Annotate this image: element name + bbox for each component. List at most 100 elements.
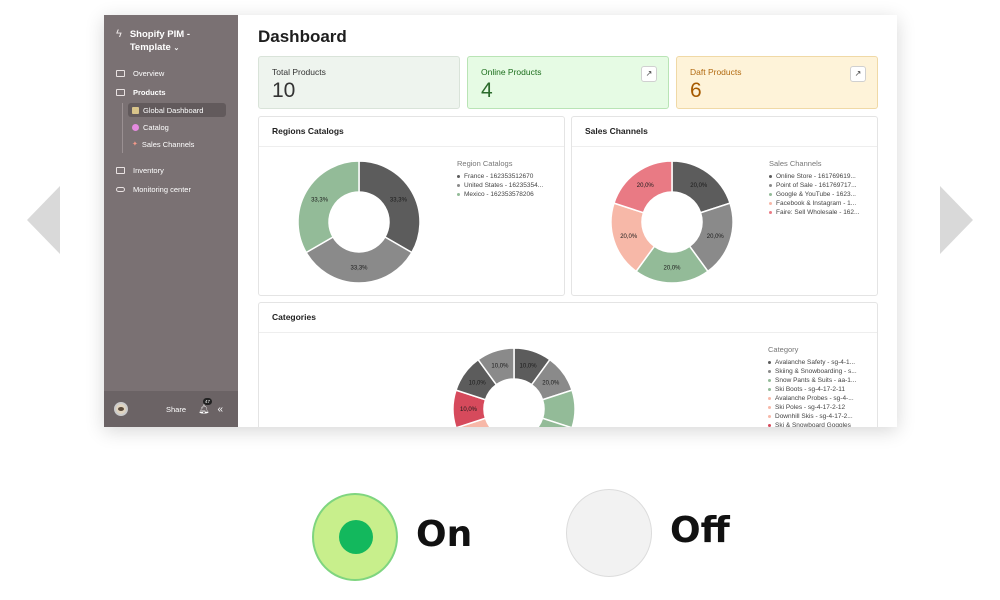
legend-item[interactable]: Ski & Snowboard Goggles — [768, 421, 857, 427]
legend-item[interactable]: Avalanche Probes - sg-4-... — [768, 394, 857, 403]
legend-item[interactable]: Downhill Skis - sg-4-17-2... — [768, 412, 857, 421]
legend-title: Sales Channels — [769, 159, 822, 168]
donut-slice[interactable] — [297, 160, 360, 254]
legend-dot — [768, 388, 771, 391]
stat-value: 6 — [690, 79, 702, 102]
on-toggle-button[interactable] — [312, 493, 398, 581]
slice-label: 20,0% — [542, 380, 560, 386]
card-title: Sales Channels — [585, 126, 648, 136]
legend-dot — [769, 211, 772, 214]
legend-label: Ski Boots - sg-4-17-2-11 — [775, 386, 845, 393]
legend-title: Region Catalogs — [457, 159, 513, 168]
legend-item[interactable]: Online Store - 161769619... — [769, 172, 859, 181]
legend-label: United States - 16235354... — [464, 182, 544, 189]
link-icon — [116, 186, 125, 192]
sidebar-footer: Share 🔔︎ 47 « — [104, 391, 238, 427]
bell-icon[interactable]: 🔔︎ 47 — [198, 397, 213, 415]
slice-label: 20,0% — [663, 266, 681, 272]
legend-label: Point of Sale - 161769717... — [776, 182, 857, 189]
stat-value: 4 — [481, 79, 493, 102]
legend-label: Google & YouTube - 1623... — [776, 191, 856, 198]
slice-label: 33,3% — [390, 197, 408, 203]
sidebar-item-inventory[interactable]: Inventory — [116, 163, 164, 177]
legend-dot — [768, 415, 771, 418]
stat-card-total-products: Total Products 10 — [258, 56, 460, 109]
legend-dot — [768, 370, 771, 373]
legend-item[interactable]: Mexico - 162353578206 — [457, 190, 543, 199]
stat-label: Online Products — [481, 67, 542, 77]
on-label: On — [416, 514, 473, 555]
legend-item[interactable]: Facebook & Instagram - 1... — [769, 199, 859, 208]
sales-donut-chart: 20,0% 20,0% 20,0% 20,0% 20,0% — [610, 160, 734, 284]
legend-label: Ski & Snowboard Goggles — [775, 422, 851, 427]
legend-item[interactable]: Faire: Sell Wholesale - 162... — [769, 208, 859, 217]
avatar[interactable] — [114, 402, 128, 416]
external-link-icon[interactable]: ↗ — [641, 66, 657, 82]
folder-icon — [116, 88, 125, 96]
on-indicator-dot — [339, 520, 373, 554]
sales-channels-card: Sales Channels 20,0% 20,0% 20,0% 20,0% 20,0%… — [571, 116, 878, 296]
legend-label: Faire: Sell Wholesale - 162... — [776, 209, 860, 216]
legend-item[interactable]: Snow Pants & Suits - aa-1... — [768, 376, 857, 385]
legend-dot — [768, 379, 771, 382]
categories-card: Categories 10,0% 20,0% 10,0% 10,0% 10,0% 10,0… — [258, 302, 878, 427]
stat-label: Daft Products — [690, 67, 742, 77]
regions-catalogs-card: Regions Catalogs 33,3% 33,3% 33,3% Region … — [258, 116, 565, 296]
legend-dot — [769, 202, 772, 205]
legend-label: Online Store - 161769619... — [776, 173, 856, 180]
legend-item[interactable]: France - 162353512670 — [457, 172, 543, 181]
stat-label: Total Products — [272, 67, 326, 77]
sidebar-item-label: Inventory — [133, 165, 164, 175]
legend-item[interactable]: Google & YouTube - 1623... — [769, 190, 859, 199]
workspace-name: Shopify PIM - — [129, 29, 190, 40]
legend-item[interactable]: Ski Poles - sg-4-17-2-12 — [768, 403, 857, 412]
slice-label: 10,0% — [460, 407, 478, 413]
legend-dot — [768, 406, 771, 409]
legend-dot — [769, 184, 772, 187]
sidebar-subitem-sales-channels[interactable]: ✦ Sales Channels — [128, 137, 194, 151]
sidebar-item-monitoring-center[interactable]: Monitoring center — [116, 182, 191, 196]
sidebar-subitem-catalog[interactable]: Catalog — [128, 120, 169, 134]
legend-dot — [457, 193, 460, 196]
slice-label: 33,3% — [350, 266, 368, 272]
sidebar-subitem-global-dashboard[interactable]: Global Dashboard — [128, 103, 226, 117]
sidebar: ϟ Shopify PIM - Template ⌄ Overview Prod… — [104, 15, 238, 427]
slice-label: 10,0% — [520, 364, 538, 370]
legend-item[interactable]: Avalanche Safety - sg-4-1... — [768, 358, 857, 367]
stat-value: 10 — [272, 79, 296, 102]
share-button[interactable]: Share — [166, 405, 186, 414]
legend-item[interactable]: Skiing & Snowboarding - s... — [768, 367, 857, 376]
legend-dot — [457, 175, 460, 178]
legend-label: Downhill Skis - sg-4-17-2... — [775, 413, 853, 420]
workspace-switcher[interactable]: ϟ Shopify PIM - Template ⌄ — [116, 28, 232, 55]
folder-icon — [116, 69, 125, 77]
sidebar-subitem-label: Sales Channels — [141, 139, 195, 149]
legend-title: Category — [768, 345, 799, 354]
slice-label: 10,0% — [469, 380, 487, 386]
sidebar-item-label: Monitoring center — [133, 184, 191, 194]
legend-label: Snow Pants & Suits - aa-1... — [775, 377, 857, 384]
legend-item[interactable]: United States - 16235354... — [457, 181, 543, 190]
legend-dot — [457, 184, 460, 187]
slice-label: 20,0% — [690, 183, 708, 189]
carousel-next-arrow[interactable] — [940, 186, 973, 254]
sidebar-item-products[interactable]: Products — [116, 85, 166, 99]
collapse-sidebar-icon[interactable]: « — [217, 404, 223, 415]
off-label: Off — [670, 510, 730, 551]
sidebar-item-label: Overview — [133, 68, 165, 78]
legend-dot — [769, 175, 772, 178]
sidebar-item-overview[interactable]: Overview — [116, 66, 164, 80]
external-link-icon[interactable]: ↗ — [850, 66, 866, 82]
categories-donut-chart: 10,0%20,0%10,0%10,0%10,0%10,0% — [452, 347, 576, 427]
off-toggle-button[interactable] — [566, 489, 652, 577]
legend-label: France - 162353512670 — [464, 173, 534, 180]
legend-item[interactable]: Ski Boots - sg-4-17-2-11 — [768, 385, 857, 394]
carousel-prev-arrow[interactable] — [27, 186, 60, 254]
dashboard-icon — [132, 106, 139, 114]
legend-item[interactable]: Point of Sale - 161769717... — [769, 181, 859, 190]
legend-label: Avalanche Probes - sg-4-... — [775, 395, 854, 402]
sparkle-icon: ✦ — [132, 141, 138, 148]
slice-label: 20,0% — [620, 234, 638, 240]
legend-dot — [769, 193, 772, 196]
slice-label: 20,0% — [707, 234, 725, 240]
